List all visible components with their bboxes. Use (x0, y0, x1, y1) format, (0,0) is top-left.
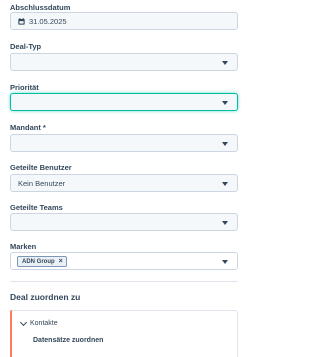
shared-users-value: Kein Benutzer (18, 179, 66, 188)
section-divider (10, 281, 238, 282)
contacts-toggle[interactable]: Kontakte (19, 318, 58, 327)
caret-down-icon (222, 182, 228, 186)
shared-users-select[interactable]: Kein Benutzer (10, 174, 238, 192)
associate-section-title: Deal zuordnen zu (10, 292, 81, 302)
caret-down-icon (222, 101, 228, 105)
priority-select[interactable] (10, 93, 238, 111)
contacts-association-card: Kontakte Datensätze zuordnen (10, 310, 238, 357)
caret-down-icon (222, 260, 228, 264)
caret-down-icon (222, 61, 228, 65)
client-select[interactable] (10, 134, 238, 152)
priority-label: Priorität (10, 83, 39, 92)
closing-date-value: 31.05.2025 (29, 17, 67, 26)
shared-users-label: Geteilte Benutzer (10, 163, 72, 172)
brands-select[interactable]: ADN Group × (10, 252, 238, 270)
chevron-down-icon (19, 318, 28, 326)
associate-records-link[interactable]: Datensätze zuordnen (33, 337, 103, 344)
closing-date-input[interactable]: 31.05.2025 (10, 12, 238, 30)
closing-date-label: Abschlussdatum (10, 3, 71, 12)
shared-teams-select[interactable] (10, 213, 238, 231)
contacts-label: Kontakte (30, 320, 58, 327)
shared-teams-label: Geteilte Teams (10, 203, 63, 212)
client-label: Mandant * (10, 123, 46, 132)
close-icon[interactable]: × (59, 258, 63, 265)
brand-tag[interactable]: ADN Group × (17, 256, 67, 267)
deal-type-label: Deal-Typ (10, 42, 42, 51)
caret-down-icon (222, 142, 228, 146)
calendar-icon (18, 18, 25, 25)
brands-label: Marken (10, 242, 37, 251)
deal-type-select[interactable] (10, 53, 238, 71)
brand-tag-label: ADN Group (22, 258, 55, 265)
deal-form: Abschlussdatum 31.05.2025 Deal-Typ Prior… (0, 0, 248, 357)
card-accent-bar (10, 310, 12, 357)
caret-down-icon (222, 221, 228, 225)
